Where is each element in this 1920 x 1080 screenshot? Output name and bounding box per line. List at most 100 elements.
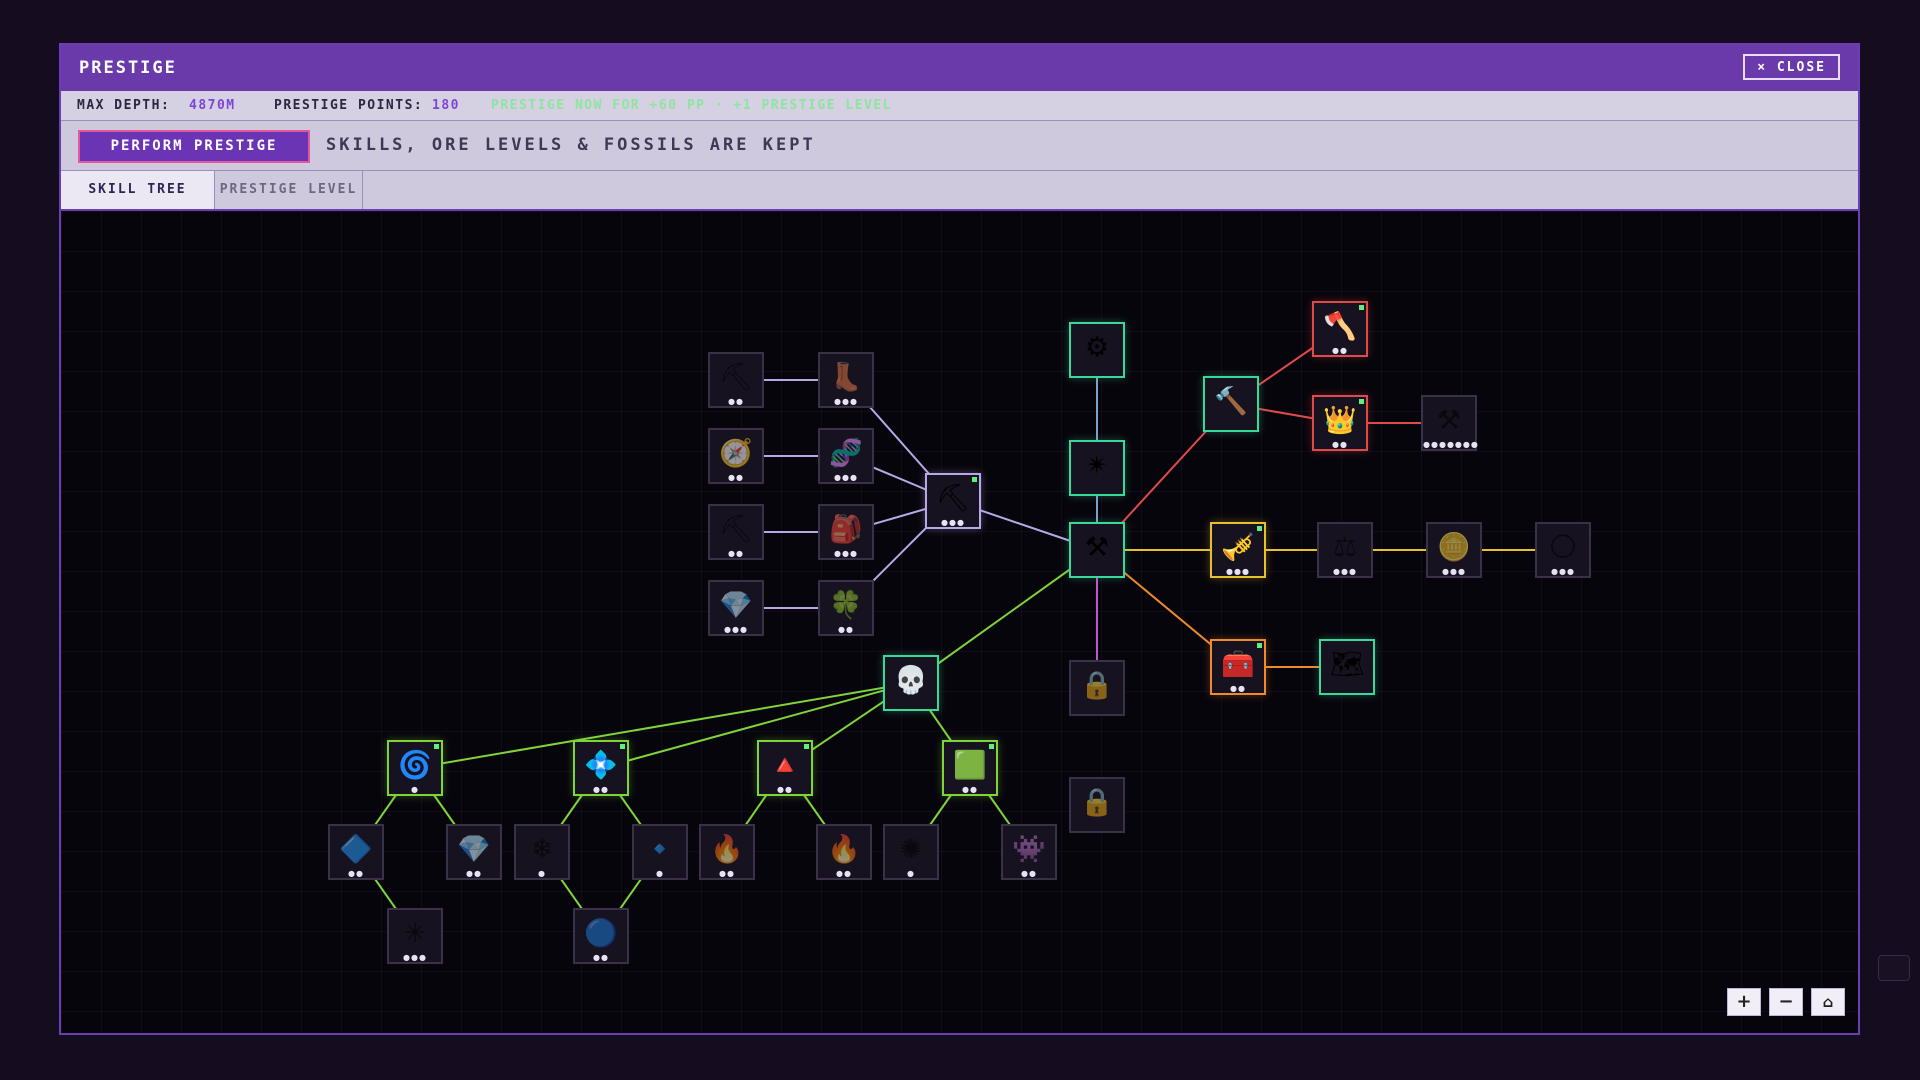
skill-link-g-skull-g-swirl [414, 682, 912, 769]
skill-level-dots: ● [538, 869, 546, 878]
skill-node-g-swirl[interactable]: 🌀 ● [387, 740, 443, 796]
boots-icon: 👢 [829, 362, 863, 393]
skill-node-g-ore[interactable]: 🟩 ●● [942, 740, 998, 796]
skill-node-p-gems[interactable]: 💎 ●●● [708, 580, 764, 636]
fire-axe-icon: 🪓 [1323, 311, 1357, 342]
zoom-in-button[interactable]: + [1727, 988, 1761, 1016]
skill-level-dots: ●● [962, 785, 978, 794]
stats-bar: MAX DEPTH: 4870M PRESTIGE POINTS: 180 PR… [61, 91, 1858, 121]
skill-node-r-axe[interactable]: 🪓 ●● [1312, 301, 1368, 357]
unlocked-indicator [434, 744, 439, 749]
hand-drill-icon: ⛏ [718, 514, 754, 545]
skill-node-c-wand[interactable]: 🔹 ● [632, 824, 688, 880]
crystal-cluster-icon: 💠 [584, 750, 618, 781]
close-button[interactable]: × CLOSE [1743, 54, 1840, 80]
skill-node-p-boots[interactable]: 👢 ●●● [818, 352, 874, 408]
skill-level-dots: ●● [836, 869, 852, 878]
tab-skill-tree[interactable]: SKILL TREE [61, 171, 215, 209]
skill-node-p-dna[interactable]: 🧬 ●●● [818, 428, 874, 484]
skill-level-dots: ● [411, 785, 419, 794]
skill-node-o-chest[interactable]: 🧰 ●● [1210, 639, 1266, 695]
skill-node-p-backpack[interactable]: 🎒 ●●● [818, 504, 874, 560]
skill-node-c-orb[interactable]: 🔵 ●● [573, 908, 629, 964]
skill-node-c-crystal2[interactable]: 💎 ●● [446, 824, 502, 880]
skill-node-lock-2[interactable]: 🔒 [1069, 777, 1125, 833]
skill-level-dots: ● [907, 869, 915, 878]
skill-level-dots: ●● [719, 869, 735, 878]
skill-level-dots: ●●● [834, 397, 858, 406]
skill-node-purple-hub[interactable]: ⛏ ●●● [925, 473, 981, 529]
tabs-bar: SKILL TREE PRESTIGE LEVEL [61, 171, 1858, 211]
skill-node-p-pickaxe[interactable]: ⛏ ●● [708, 352, 764, 408]
skill-node-g-crystal[interactable]: 💠 ●● [573, 740, 629, 796]
skill-node-p-clover[interactable]: 🍀 ●● [818, 580, 874, 636]
campfire-icon: 🔥 [827, 834, 861, 865]
war-hammer-icon: 🔨 [1214, 386, 1248, 417]
spore-icon: ✺ [899, 834, 923, 865]
unlocked-indicator [989, 744, 994, 749]
recenter-button[interactable]: ⌂ [1811, 988, 1845, 1016]
skill-node-c-ice[interactable]: ❄ ● [514, 824, 570, 880]
gem-pile-icon: 💎 [719, 590, 753, 621]
skill-node-top-star[interactable]: ✴ [1069, 440, 1125, 496]
prestige-points-label: PRESTIGE POINTS: [274, 98, 424, 113]
action-bar: PERFORM PRESTIGE SKILLS, ORE LEVELS & FO… [61, 121, 1858, 171]
skill-level-dots: ●● [1332, 440, 1348, 449]
skill-level-dots: ●● [593, 785, 609, 794]
compass-icon: 🧭 [719, 438, 753, 469]
prestige-modal: PRESTIGE × CLOSE MAX DEPTH: 4870M PRESTI… [59, 43, 1860, 1035]
skill-node-c-spiky[interactable]: ✳ ●●● [387, 908, 443, 964]
skill-level-dots: ●●● [834, 549, 858, 558]
skill-node-y-scales[interactable]: ⚖ ●●● [1317, 522, 1373, 578]
skill-node-top-drill[interactable]: ⚙ [1069, 322, 1125, 378]
skill-node-c-shard[interactable]: 🔷 ●● [328, 824, 384, 880]
skill-tree-canvas[interactable]: + − ⌂ ⚒ ⚙ ✴ 🔒 🔒 ⛏ ●●● ⛏ ●● 👢 ●●● 🧭 ●● 🧬 ●●● ⛏ ●● 🎒 ●●● 💎 ●●●… [61, 211, 1858, 1033]
skill-level-dots: ●●● [1226, 567, 1250, 576]
skill-link-g-skull-g-crystal [600, 682, 912, 769]
dark-shard-icon: 🔷 [339, 834, 373, 865]
tab-prestige-level[interactable]: PRESTIGE LEVEL [215, 171, 363, 209]
max-depth-label: MAX DEPTH: [77, 98, 171, 113]
four-leaf-clover-icon: 🍀 [829, 590, 863, 621]
skill-level-dots: ●● [838, 625, 854, 634]
skill-node-p-compass[interactable]: 🧭 ●● [708, 428, 764, 484]
skill-node-c-spore[interactable]: ✺ ● [883, 824, 939, 880]
blue-crystal-icon: 💎 [457, 834, 491, 865]
skill-node-g-pyramid[interactable]: 🔺 ●● [757, 740, 813, 796]
skill-node-lock-1[interactable]: 🔒 [1069, 660, 1125, 716]
modal-titlebar: PRESTIGE × CLOSE [61, 45, 1858, 91]
skill-node-root[interactable]: ⚒ [1069, 522, 1125, 578]
skill-level-dots: ●●● [403, 953, 427, 962]
lock-icon: 🔒 [1080, 787, 1114, 818]
ice-star-icon: ✳ [403, 918, 427, 949]
prestige-points-value: 180 [432, 98, 460, 113]
gold-coin-icon: 🪙 [1437, 532, 1471, 563]
skill-node-c-campfire[interactable]: 🔥 ●● [816, 824, 872, 880]
skill-node-o-map[interactable]: 🗺 [1319, 639, 1375, 695]
skill-node-r-crown[interactable]: 👑 ●● [1312, 395, 1368, 451]
skill-level-dots: ●●● [834, 473, 858, 482]
perform-prestige-button[interactable]: PERFORM PRESTIGE [78, 130, 310, 163]
skill-level-dots: ●● [728, 549, 744, 558]
skill-node-p-drill[interactable]: ⛏ ●● [708, 504, 764, 560]
frost-orb-icon: 🔵 [584, 918, 618, 949]
skill-node-y-coin1[interactable]: 🪙 ●●● [1426, 522, 1482, 578]
skill-node-y-coin2[interactable]: 🌕 ●●● [1535, 522, 1591, 578]
skill-node-r-hammer[interactable]: 🔨 [1203, 376, 1259, 432]
skill-node-y-horn[interactable]: 🎺 ●●● [1210, 522, 1266, 578]
zoom-out-button[interactable]: − [1769, 988, 1803, 1016]
skill-level-dots: ●●● [1551, 567, 1575, 576]
green-ore-icon: 🟩 [953, 750, 987, 781]
enchanted-pickaxe-icon: ⛏ [935, 483, 971, 514]
skill-node-g-skull[interactable]: 💀 [883, 655, 939, 711]
side-panel-button[interactable] [1878, 955, 1910, 981]
anvil-icon: ⚒ [1436, 405, 1462, 436]
unlocked-indicator [1359, 399, 1364, 404]
ore-backpack-icon: 🎒 [829, 514, 863, 545]
skill-node-c-goblin[interactable]: 👾 ●● [1001, 824, 1057, 880]
skill-node-r-anvil[interactable]: ⚒ ●●●●●●● [1421, 395, 1478, 451]
unlocked-indicator [972, 477, 977, 482]
ice-shards-icon: ❄ [530, 834, 554, 865]
skill-node-c-furnace[interactable]: 🔥 ●● [699, 824, 755, 880]
prestige-hint: PRESTIGE NOW FOR +60 PP · +1 PRESTIGE LE… [491, 98, 893, 113]
